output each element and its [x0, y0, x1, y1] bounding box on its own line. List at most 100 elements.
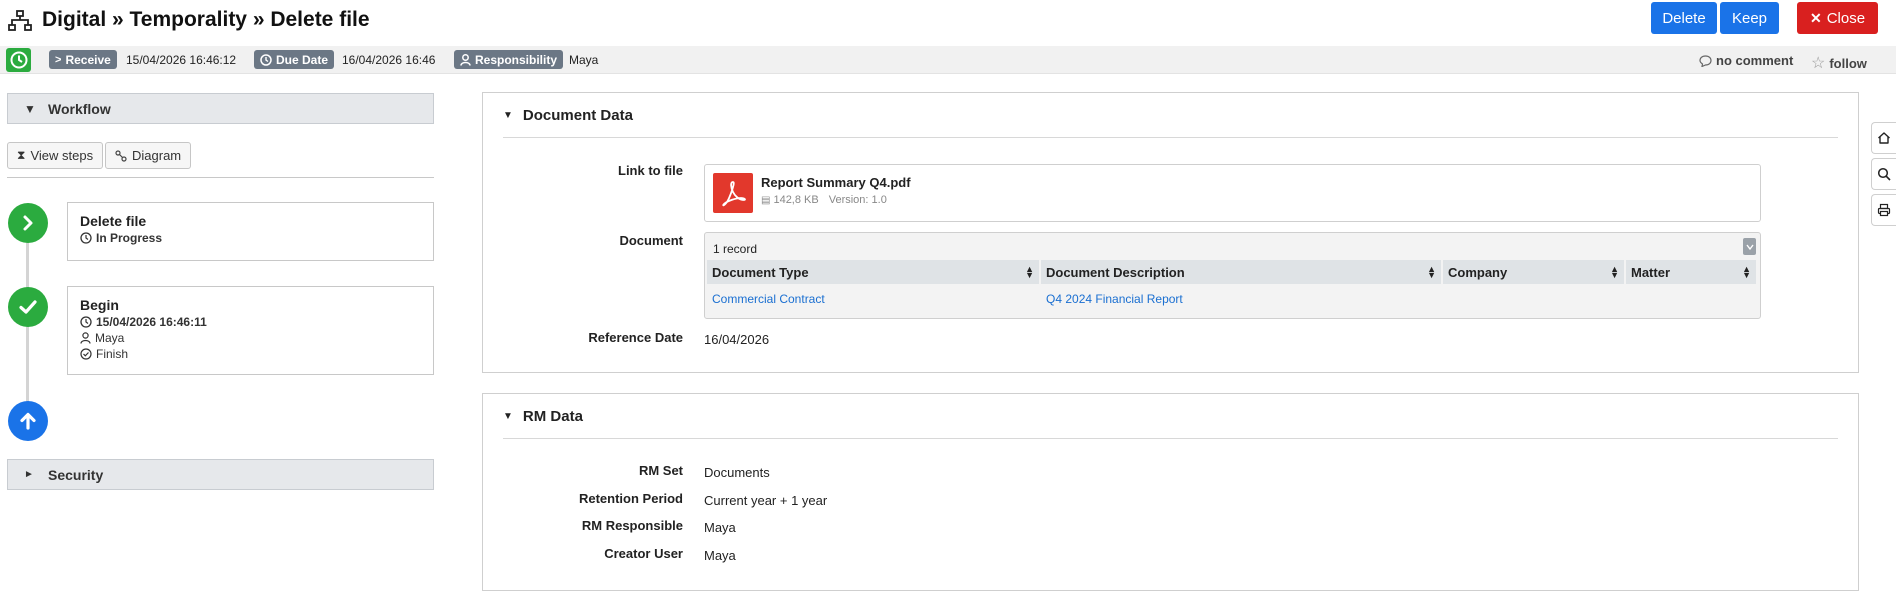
side-toolbar — [1871, 122, 1896, 230]
grid-record-count: 1 record — [713, 242, 758, 256]
caret-down-icon: ▼ — [503, 410, 513, 422]
rm-data-panel: ▼ RM Data RM Set Documents Retention Per… — [482, 393, 1859, 591]
home-icon[interactable] — [1871, 122, 1896, 154]
due-date-tag: Due Date — [254, 50, 335, 69]
creator-user-label: Creator User — [604, 546, 683, 561]
column-header-document-type[interactable]: Document Type ▲ ▼ — [707, 260, 1039, 284]
receive-label: Receive — [65, 52, 111, 67]
step-result: Finish — [80, 347, 421, 361]
comment-link[interactable]: no comment — [1699, 53, 1793, 68]
page-header: Digital » Temporality » Delete file Dele… — [0, 0, 1896, 46]
retention-period-value: Current year + 1 year — [704, 493, 828, 508]
print-icon[interactable] — [1871, 194, 1896, 226]
column-header-matter[interactable]: Matter ▲ ▼ — [1626, 260, 1756, 284]
view-steps-label: View steps — [30, 148, 94, 163]
grid-header-row: Document Type ▲ ▼ Document Description ▲ ▼… — [707, 260, 1758, 284]
step-circle-begin — [8, 287, 48, 327]
rm-responsible-label: RM Responsible — [581, 518, 683, 533]
cell-document-type[interactable]: Commercial Contract — [707, 287, 1039, 311]
step-card-begin[interactable]: Begin 15/04/2026 16:46:11 Maya Finish — [67, 286, 434, 375]
step-date: 15/04/2026 16:46:11 — [80, 315, 421, 329]
responsibility-tag: Responsibility — [454, 50, 564, 69]
file-name[interactable]: Report Summary Q4.pdf — [761, 175, 911, 190]
check-circle-icon — [80, 348, 92, 360]
chevron-right-icon: > — [55, 53, 62, 66]
step-result-text: Finish — [96, 347, 129, 361]
delete-button[interactable]: Delete — [1651, 2, 1717, 34]
receive-value: 15/04/2026 16:46:12 — [126, 53, 237, 67]
keep-button[interactable]: Keep — [1720, 2, 1779, 34]
step-status: In Progress — [80, 231, 421, 245]
rm-data-header[interactable]: ▼ RM Data — [503, 394, 1838, 439]
receive-tag: > Receive — [49, 50, 117, 69]
comment-label: no comment — [1716, 53, 1794, 68]
step-date-text: 15/04/2026 16:46:11 — [96, 315, 207, 329]
cell-document-description[interactable]: Q4 2024 Financial Report — [1041, 287, 1441, 311]
workflow-title: Workflow — [48, 100, 111, 117]
follow-link[interactable]: ☆ follow — [1811, 53, 1867, 73]
diagram-button[interactable]: Diagram — [105, 142, 192, 169]
sort-icon: ▲ ▼ — [1025, 264, 1034, 280]
creator-user-value: Maya — [704, 548, 736, 563]
column-header-label: Company — [1448, 264, 1508, 280]
workflow-section-header[interactable]: ▼ Workflow — [7, 93, 434, 124]
user-icon — [80, 332, 91, 344]
file-attachment[interactable]: Report Summary Q4.pdf ▤ 142,8 KB Version… — [704, 164, 1761, 222]
clock-icon — [80, 232, 92, 244]
sort-icon: ▲ ▼ — [1610, 264, 1619, 280]
reference-date-value: 16/04/2026 — [704, 332, 770, 347]
file-size: 142,8 KB — [773, 194, 819, 206]
responsibility-value: Maya — [569, 53, 599, 67]
rm-data-title: RM Data — [522, 407, 583, 425]
link-to-file-label: Link to file — [618, 163, 683, 178]
step-user-text: Maya — [95, 331, 125, 345]
step-status-text: In Progress — [96, 231, 163, 245]
column-header-company[interactable]: Company ▲ ▼ — [1443, 260, 1624, 284]
table-row[interactable]: Commercial Contract Q4 2024 Financial Re… — [707, 287, 1758, 311]
caret-down-icon: ▼ — [503, 109, 513, 121]
caret-down-icon: ▼ — [24, 101, 36, 116]
column-header-label: Document Type — [712, 264, 809, 280]
column-header-document-description[interactable]: Document Description ▲ ▼ — [1041, 260, 1441, 284]
chevron-right-icon — [23, 215, 33, 231]
view-steps-button[interactable]: ⧗ View steps — [7, 142, 104, 169]
step-circle-start — [8, 401, 48, 441]
rm-set-label: RM Set — [638, 463, 683, 478]
retention-period-label: Retention Period — [578, 491, 683, 506]
filter-icon[interactable] — [1743, 238, 1756, 255]
sort-icon: ▲ ▼ — [1742, 264, 1751, 280]
page-title: Digital » Temporality » Delete file — [42, 8, 370, 31]
column-header-label: Matter — [1631, 264, 1671, 280]
close-button-label: Close — [1826, 9, 1866, 27]
sitemap-icon — [8, 10, 32, 31]
star-icon: ☆ — [1811, 55, 1826, 72]
user-icon — [460, 53, 471, 66]
rm-responsible-value: Maya — [704, 520, 736, 535]
document-data-header[interactable]: ▼ Document Data — [503, 93, 1838, 138]
close-button[interactable]: ✕ Close — [1797, 2, 1878, 34]
diagram-label: Diagram — [132, 148, 182, 163]
database-icon: ▤ — [761, 194, 771, 206]
clock-icon — [80, 316, 92, 328]
responsibility-label: Responsibility — [475, 52, 558, 67]
comment-icon — [1699, 54, 1712, 67]
file-version: Version: 1.0 — [828, 194, 887, 206]
cell-company — [1443, 287, 1624, 311]
follow-label: follow — [1829, 55, 1867, 71]
pdf-icon — [713, 173, 753, 213]
reference-date-label: Reference Date — [588, 330, 683, 345]
document-grid: 1 record Document Type ▲ ▼ Document Descr… — [704, 232, 1761, 319]
status-bar: > Receive 15/04/2026 16:46:12 Due Date 1… — [0, 46, 1896, 74]
file-meta: ▤ 142,8 KB Version: 1.0 — [761, 194, 887, 206]
check-icon — [19, 300, 37, 314]
step-card-delete-file[interactable]: Delete file In Progress — [67, 202, 434, 261]
caret-right-icon: ► — [24, 469, 34, 480]
arrow-up-icon — [20, 412, 36, 430]
security-section-header[interactable]: ► Security — [7, 459, 434, 490]
column-header-label: Document Description — [1046, 264, 1185, 280]
due-date-label: Due Date — [276, 52, 329, 67]
hourglass-icon: ⧗ — [17, 148, 26, 162]
search-icon[interactable] — [1871, 158, 1896, 190]
document-data-panel: ▼ Document Data Link to file Report Summ… — [482, 92, 1859, 373]
step-circle-delete-file — [8, 203, 48, 243]
